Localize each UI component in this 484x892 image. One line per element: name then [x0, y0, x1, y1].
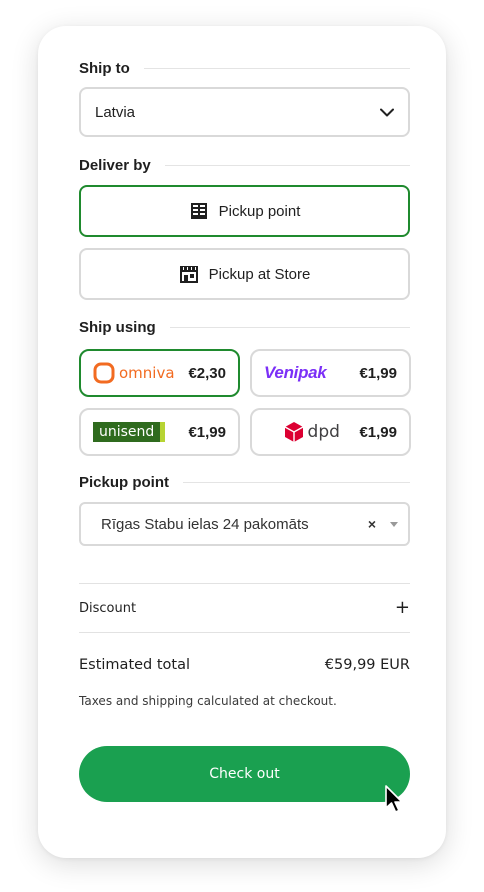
pickup-point-value: Rīgas Stabu ielas 24 pakomāts — [101, 515, 309, 533]
storefront-icon — [179, 264, 199, 284]
ship-using-title: Ship using — [79, 318, 156, 336]
pickup-point-option[interactable]: Pickup point — [79, 185, 410, 237]
pickup-at-store-label: Pickup at Store — [208, 265, 311, 283]
divider — [169, 326, 410, 328]
dpd-wordmark: dpd — [307, 422, 340, 442]
caret-down-icon — [390, 521, 398, 527]
mouse-cursor-icon — [385, 785, 403, 813]
deliver-by-heading: Deliver by — [79, 155, 410, 175]
pickup-point-heading: Pickup point — [79, 472, 410, 492]
estimated-total-label: Estimated total — [79, 657, 191, 673]
unisend-price: €1,99 — [188, 423, 226, 441]
divider — [79, 632, 410, 633]
dpd-logo: dpd — [264, 421, 359, 443]
discount-label: Discount — [79, 600, 137, 616]
pickup-point-label: Pickup point — [218, 202, 301, 220]
clear-icon[interactable]: × — [368, 516, 376, 532]
carrier-unisend[interactable]: unisend €1,99 — [79, 408, 240, 456]
discount-row[interactable]: Discount + — [79, 598, 410, 618]
checkout-card: Ship to Latvia Deliver by Pickup point P… — [38, 26, 446, 858]
locker-icon — [189, 201, 209, 221]
omniva-logo: omniva — [93, 362, 188, 384]
omniva-wordmark: omniva — [119, 364, 175, 382]
chevron-down-icon — [380, 105, 394, 119]
unisend-wordmark: unisend — [93, 422, 166, 442]
pickup-at-store-option[interactable]: Pickup at Store — [79, 248, 410, 300]
ship-to-title: Ship to — [79, 59, 130, 77]
country-select[interactable]: Latvia — [79, 87, 410, 137]
country-value: Latvia — [95, 103, 136, 121]
plus-icon[interactable]: + — [395, 599, 410, 617]
dpd-price: €1,99 — [359, 423, 397, 441]
divider — [79, 583, 410, 584]
pickup-point-select[interactable]: Rīgas Stabu ielas 24 pakomāts × — [79, 502, 410, 546]
omniva-price: €2,30 — [188, 364, 226, 382]
carrier-dpd[interactable]: dpd €1,99 — [250, 408, 411, 456]
divider — [143, 67, 410, 69]
divider — [183, 481, 410, 483]
deliver-by-title: Deliver by — [79, 156, 151, 174]
venipak-wordmark: Venipak — [264, 363, 327, 382]
ship-to-heading: Ship to — [79, 58, 410, 78]
carrier-omniva[interactable]: omniva €2,30 — [79, 349, 240, 397]
estimated-total-row: Estimated total €59,99 EUR — [79, 654, 410, 676]
venipak-price: €1,99 — [359, 364, 397, 382]
estimated-total-value: €59,99 EUR — [324, 657, 410, 673]
carrier-venipak[interactable]: Venipak €1,99 — [250, 349, 411, 397]
unisend-logo: unisend — [93, 422, 188, 442]
tax-note: Taxes and shipping calculated at checkou… — [79, 694, 337, 708]
ship-using-heading: Ship using — [79, 317, 410, 337]
pickup-point-title: Pickup point — [79, 473, 169, 491]
venipak-logo: Venipak — [264, 363, 359, 383]
divider — [164, 164, 410, 166]
checkout-button[interactable]: Check out — [79, 746, 410, 802]
